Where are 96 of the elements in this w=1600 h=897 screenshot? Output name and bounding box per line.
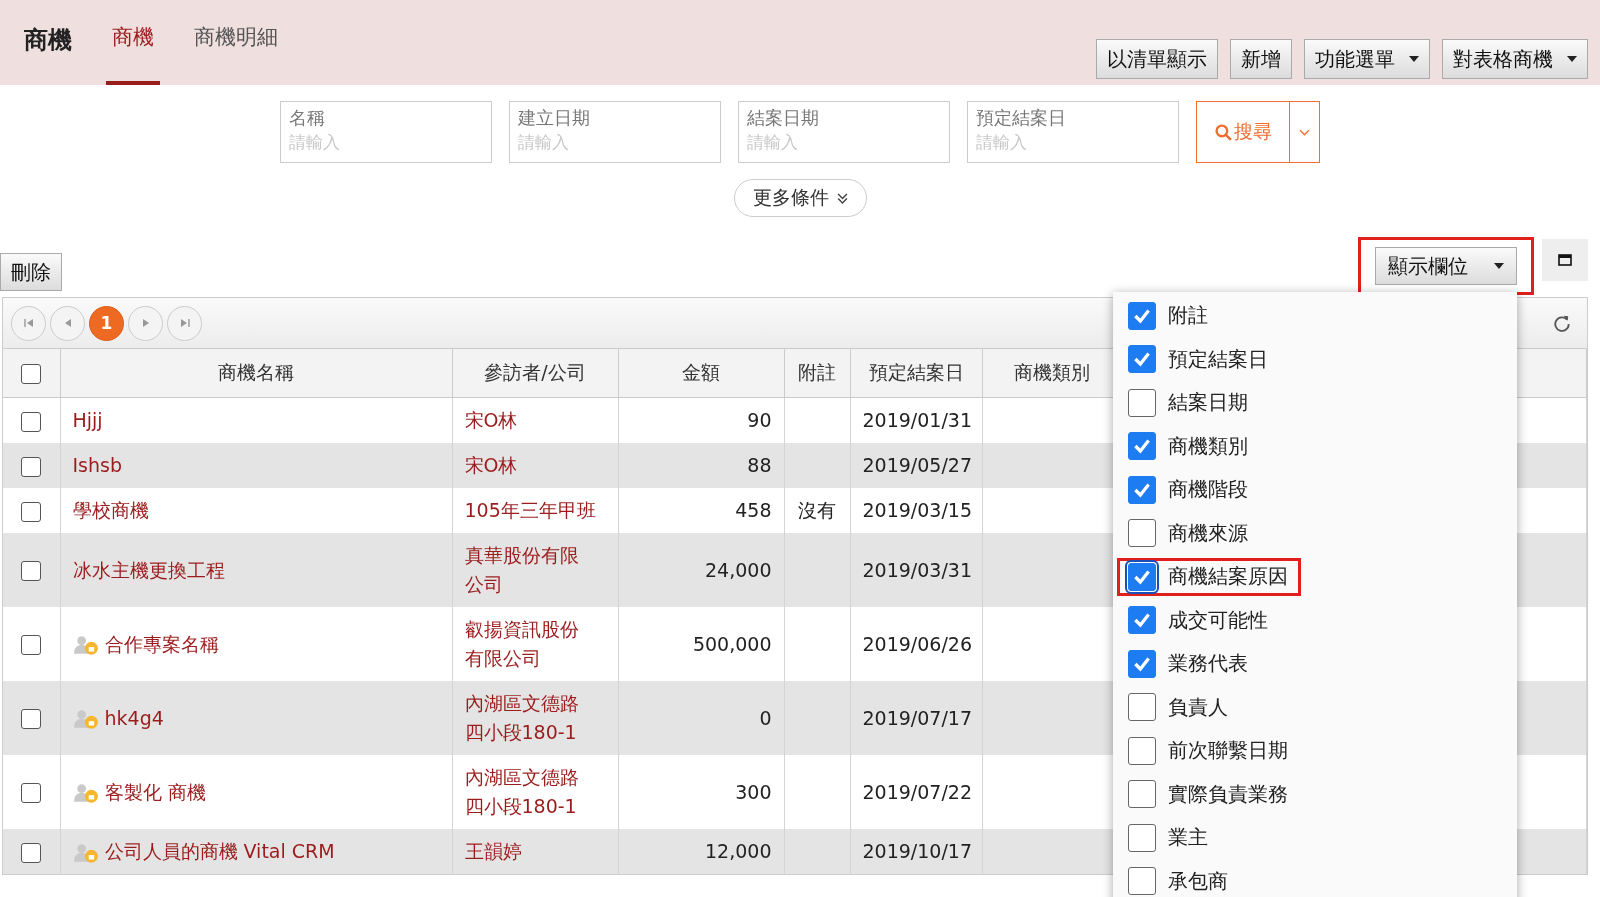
column-option-label[interactable]: 結案日期 bbox=[1168, 389, 1248, 417]
toolbar-button[interactable]: 功能選單 bbox=[1304, 39, 1430, 79]
column-header[interactable]: 預定結案日 bbox=[850, 349, 982, 398]
filter-label: 預定結案日 bbox=[976, 106, 1067, 130]
opportunity-link[interactable]: 學校商機 bbox=[72, 499, 149, 521]
close-date-text: 2019/05/27 bbox=[862, 454, 972, 476]
column-checkbox[interactable] bbox=[1128, 736, 1156, 765]
row-checkbox[interactable] bbox=[21, 456, 42, 477]
amount-text: 90 bbox=[747, 409, 772, 431]
column-option-label[interactable]: 商機類別 bbox=[1168, 432, 1248, 460]
visitor-company-link[interactable]: 105年三年甲班 bbox=[464, 496, 596, 525]
column-checkbox[interactable] bbox=[1128, 432, 1156, 461]
column-checkbox[interactable] bbox=[1128, 780, 1156, 809]
window-icon bbox=[1558, 254, 1572, 266]
chevron-down-icon bbox=[1299, 128, 1310, 136]
column-checkbox[interactable] bbox=[1128, 301, 1156, 330]
row-checkbox[interactable] bbox=[21, 411, 42, 432]
last-page-icon bbox=[179, 318, 190, 328]
filter-label: 結案日期 bbox=[747, 106, 820, 130]
amount-text: 500,000 bbox=[692, 632, 772, 655]
double-chevron-icon bbox=[836, 192, 848, 204]
visitor-company-link[interactable]: 內湖區文德路 四小段180-1 bbox=[464, 763, 579, 821]
close-date-text: 2019/10/17 bbox=[862, 840, 972, 862]
visitor-company-link[interactable]: 宋O林 bbox=[464, 406, 518, 435]
refresh-icon[interactable] bbox=[1553, 314, 1571, 332]
first-page-icon bbox=[23, 318, 34, 328]
column-checkbox[interactable] bbox=[1128, 867, 1156, 896]
window-toggle-button[interactable] bbox=[1542, 239, 1588, 281]
column-option-label[interactable]: 成交可能性 bbox=[1168, 606, 1268, 634]
column-checkbox[interactable] bbox=[1128, 606, 1156, 635]
column-checkbox[interactable] bbox=[1128, 345, 1156, 374]
amount-text: 300 bbox=[735, 780, 772, 803]
column-option-label[interactable]: 商機階段 bbox=[1168, 476, 1248, 504]
page-title: 商機 bbox=[24, 24, 72, 56]
toolbar-button[interactable]: 對表格商機 bbox=[1442, 39, 1588, 79]
column-option-label[interactable]: 負責人 bbox=[1168, 693, 1228, 721]
column-header[interactable]: 附註 bbox=[784, 349, 850, 398]
close-date-text: 2019/01/31 bbox=[862, 409, 972, 431]
row-checkbox[interactable] bbox=[21, 783, 42, 803]
opportunity-link[interactable]: hk4g4 bbox=[104, 706, 164, 729]
opportunity-link[interactable]: Ishsb bbox=[72, 454, 122, 476]
caret-icon bbox=[1494, 263, 1504, 269]
column-option-label[interactable]: 承包商 bbox=[1168, 867, 1228, 895]
delete-button[interactable]: 刪除 bbox=[0, 253, 62, 291]
column-checkbox[interactable] bbox=[1128, 519, 1156, 548]
column-checkbox[interactable] bbox=[1128, 649, 1156, 678]
column-option-label[interactable]: 商機來源 bbox=[1168, 519, 1248, 547]
close-date-text: 2019/03/31 bbox=[862, 558, 972, 581]
column-option-label[interactable]: 前次聯繫日期 bbox=[1168, 737, 1288, 765]
column-header[interactable]: 商機名稱 bbox=[60, 349, 452, 398]
caret-icon bbox=[1567, 56, 1577, 62]
row-checkbox[interactable] bbox=[21, 561, 42, 581]
select-all-checkbox[interactable] bbox=[21, 364, 42, 385]
toolbar-button[interactable]: 以清單顯示 bbox=[1096, 39, 1218, 79]
column-header[interactable]: 參訪者/公司 bbox=[452, 349, 618, 398]
close-date-text: 2019/07/22 bbox=[862, 780, 972, 803]
amount-text: 458 bbox=[735, 499, 772, 521]
column-option-label[interactable]: 附註 bbox=[1168, 302, 1208, 330]
column-checkbox[interactable] bbox=[1128, 693, 1156, 722]
display-columns-button[interactable]: 顯示欄位 bbox=[1375, 247, 1517, 285]
search-icon bbox=[1214, 123, 1232, 141]
row-checkbox[interactable] bbox=[21, 635, 42, 655]
opportunity-link[interactable]: 冰水主機更換工程 bbox=[72, 558, 225, 581]
amount-text: 24,000 bbox=[705, 558, 772, 581]
filter-label: 建立日期 bbox=[518, 106, 591, 130]
tab[interactable]: 商機明細 bbox=[188, 0, 284, 85]
close-date-text: 2019/07/17 bbox=[862, 706, 972, 729]
column-checkbox[interactable] bbox=[1128, 562, 1156, 591]
filter-label: 名稱 bbox=[289, 106, 326, 130]
more-conditions-button[interactable]: 更多條件 bbox=[733, 179, 867, 217]
close-date-text: 2019/03/15 bbox=[862, 499, 972, 521]
row-checkbox[interactable] bbox=[21, 501, 42, 522]
opportunity-link[interactable]: 客製化 商機 bbox=[104, 780, 206, 803]
opportunity-link[interactable]: Hjjj bbox=[72, 409, 103, 431]
search-options-button[interactable] bbox=[1290, 101, 1320, 163]
row-checkbox[interactable] bbox=[21, 842, 42, 863]
column-option-label[interactable]: 業主 bbox=[1168, 824, 1208, 852]
column-option-label[interactable]: 預定結案日 bbox=[1168, 345, 1268, 373]
caret-icon bbox=[1409, 56, 1419, 62]
column-checkbox[interactable] bbox=[1128, 475, 1156, 504]
opportunity-link[interactable]: 合作專案名稱 bbox=[104, 632, 219, 655]
toolbar-button[interactable]: 新增 bbox=[1230, 39, 1292, 79]
column-header[interactable]: 金額 bbox=[618, 349, 784, 398]
tab[interactable]: 商機 bbox=[106, 0, 160, 85]
column-option-label[interactable]: 實際負責業務 bbox=[1168, 780, 1288, 808]
amount-text: 88 bbox=[747, 454, 772, 476]
row-checkbox[interactable] bbox=[21, 709, 42, 729]
amount-text: 0 bbox=[759, 706, 772, 729]
close-date-text: 2019/06/26 bbox=[862, 632, 972, 655]
next-page-icon bbox=[140, 318, 151, 328]
amount-text: 12,000 bbox=[705, 840, 772, 862]
column-checkbox[interactable] bbox=[1128, 388, 1156, 417]
note-text: 沒有 bbox=[798, 499, 836, 521]
column-checkbox[interactable] bbox=[1128, 823, 1156, 852]
column-option-label[interactable]: 業務代表 bbox=[1168, 650, 1248, 678]
visitor-company-link[interactable]: 叡揚資訊股份 有限公司 bbox=[464, 615, 579, 673]
